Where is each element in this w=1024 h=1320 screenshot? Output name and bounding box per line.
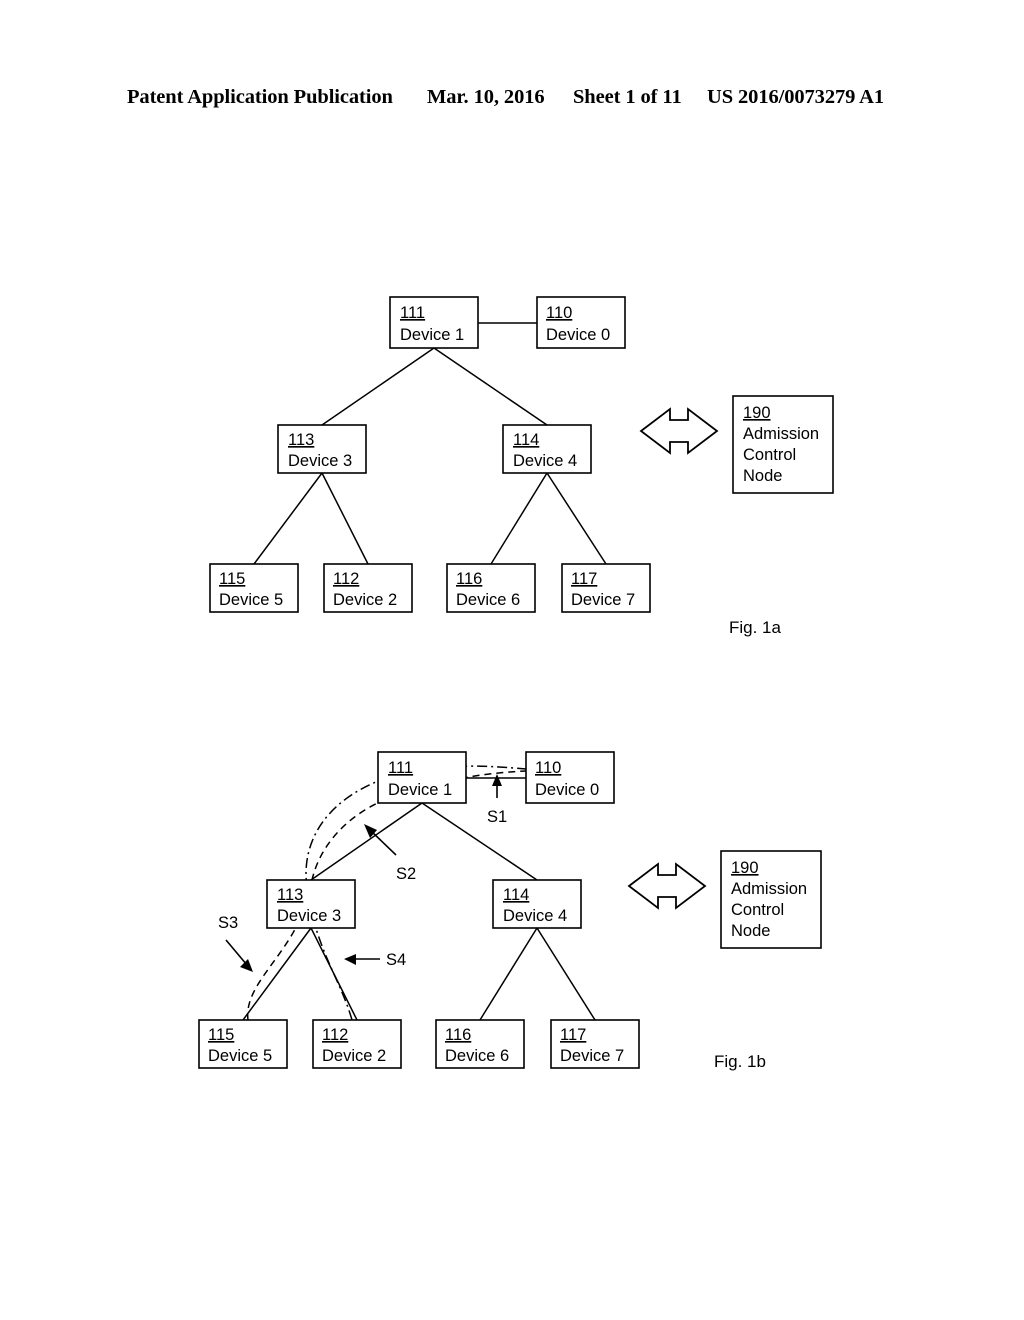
edge-device4-device7 — [546, 472, 607, 565]
node-117-device-7[interactable]: 117 Device 7 — [550, 1019, 640, 1069]
node-190-ref: 190 — [743, 404, 771, 422]
header-date: Mar. 10, 2016 — [427, 86, 545, 108]
node-116-label: Device 6 — [445, 1047, 509, 1065]
node-190-admission-control-node[interactable]: 190 Admission Control Node — [720, 850, 822, 949]
signal-label-s3: S3 — [218, 914, 238, 932]
signal-marker-s1: S1 — [487, 774, 507, 826]
node-190-line-2: Control — [731, 901, 784, 919]
figure-1b-diagram: 111 Device 1 110 Device 0 113 Device 3 1… — [198, 751, 822, 1069]
signal-marker-s3: S3 — [218, 914, 253, 972]
node-190-line-3: Node — [743, 467, 782, 485]
node-111-label: Device 1 — [388, 781, 452, 799]
node-110-device-0[interactable]: 110 Device 0 — [536, 296, 626, 349]
s1-arrowhead-icon — [492, 774, 502, 786]
node-117-device-7[interactable]: 117 Device 7 — [561, 563, 651, 613]
node-112-ref: 112 — [322, 1026, 348, 1044]
figure-1a-caption: Fig. 1a — [729, 618, 781, 637]
node-111-ref: 111 — [400, 304, 425, 322]
signal-label-s4: S4 — [386, 951, 406, 969]
node-113-ref: 113 — [277, 886, 303, 904]
node-115-ref: 115 — [219, 570, 245, 588]
node-112-device-2[interactable]: 112 Device 2 — [312, 1019, 402, 1069]
figure-1a-diagram: 111 Device 1 110 Device 0 113 Device 3 1… — [209, 296, 834, 613]
node-115-label: Device 5 — [219, 591, 283, 609]
node-116-device-6[interactable]: 116 Device 6 — [446, 563, 536, 613]
node-112-label: Device 2 — [333, 591, 397, 609]
edge-device1-device4 — [421, 802, 538, 881]
node-110-ref: 110 — [546, 304, 572, 322]
edge-device4-device6 — [490, 472, 548, 565]
node-111-label: Device 1 — [400, 326, 464, 344]
signal-marker-s2: S2 — [364, 824, 416, 883]
node-116-label: Device 6 — [456, 591, 520, 609]
node-117-ref: 117 — [560, 1026, 586, 1044]
node-113-label: Device 3 — [288, 452, 352, 470]
edge-device3-device5 — [242, 927, 312, 1021]
bidirectional-arrow-icon — [639, 407, 719, 455]
s3-arrowhead-icon — [240, 959, 253, 972]
node-190-admission-control-node[interactable]: 190 Admission Control Node — [732, 395, 834, 494]
edge-device1-device3 — [321, 347, 435, 426]
node-114-device-4[interactable]: 114 Device 4 — [502, 424, 592, 474]
node-110-ref: 110 — [535, 759, 561, 777]
node-111-ref: 111 — [388, 759, 413, 777]
node-190-line-1: Admission — [743, 425, 819, 443]
node-111-device-1[interactable]: 111 Device 1 — [377, 751, 467, 804]
figure-1b-caption: Fig. 1b — [714, 1052, 766, 1071]
node-115-ref: 115 — [208, 1026, 234, 1044]
node-116-device-6[interactable]: 116 Device 6 — [435, 1019, 525, 1069]
node-112-ref: 112 — [333, 570, 359, 588]
node-111-device-1[interactable]: 111 Device 1 — [389, 296, 479, 349]
node-115-device-5[interactable]: 115 Device 5 — [198, 1019, 288, 1069]
signal-label-s2: S2 — [396, 865, 416, 883]
node-114-label: Device 4 — [513, 452, 577, 470]
s4-arrowhead-icon — [344, 954, 356, 965]
node-113-device-3[interactable]: 113 Device 3 — [266, 879, 356, 929]
node-115-label: Device 5 — [208, 1047, 272, 1065]
node-190-line-3: Node — [731, 922, 770, 940]
node-110-label: Device 0 — [546, 326, 610, 344]
edge-device4-device6 — [479, 927, 538, 1021]
node-114-ref: 114 — [513, 431, 539, 449]
node-190-ref: 190 — [731, 859, 759, 877]
patent-page: Patent Application Publication Mar. 10, … — [0, 0, 1024, 1320]
node-117-label: Device 7 — [571, 591, 635, 609]
figure-1b: 111 Device 1 110 Device 0 113 Device 3 1… — [0, 710, 1024, 1110]
node-116-ref: 116 — [445, 1026, 471, 1044]
node-190-line-1: Admission — [731, 880, 807, 898]
node-114-label: Device 4 — [503, 907, 567, 925]
node-110-label: Device 0 — [535, 781, 599, 799]
node-110-device-0[interactable]: 110 Device 0 — [525, 751, 615, 804]
bidirectional-arrow-icon — [627, 862, 707, 910]
header-patent-number: US 2016/0073279 A1 — [707, 86, 885, 108]
node-112-label: Device 2 — [322, 1047, 386, 1065]
figure-1a: 111 Device 1 110 Device 0 113 Device 3 1… — [0, 250, 1024, 670]
signal-label-s1: S1 — [487, 808, 507, 826]
node-114-ref: 114 — [503, 886, 529, 904]
header-publication-title: Patent Application Publication — [127, 86, 393, 108]
signal-marker-s4: S4 — [344, 951, 406, 969]
node-113-label: Device 3 — [277, 907, 341, 925]
edge-device3-device2 — [321, 472, 369, 565]
node-115-device-5[interactable]: 115 Device 5 — [209, 563, 299, 613]
node-114-device-4[interactable]: 114 Device 4 — [492, 879, 582, 929]
node-117-ref: 117 — [571, 570, 597, 588]
edge-device3-device5 — [253, 472, 323, 565]
node-117-label: Device 7 — [560, 1047, 624, 1065]
page-header: Patent Application Publication Mar. 10, … — [0, 86, 1024, 118]
edge-device4-device7 — [536, 927, 596, 1021]
header-sheet-number: Sheet 1 of 11 — [573, 86, 682, 108]
node-190-line-2: Control — [743, 446, 796, 464]
node-112-device-2[interactable]: 112 Device 2 — [323, 563, 413, 613]
edge-device1-device4 — [433, 347, 548, 426]
node-116-ref: 116 — [456, 570, 482, 588]
node-113-ref: 113 — [288, 431, 314, 449]
node-113-device-3[interactable]: 113 Device 3 — [277, 424, 367, 474]
